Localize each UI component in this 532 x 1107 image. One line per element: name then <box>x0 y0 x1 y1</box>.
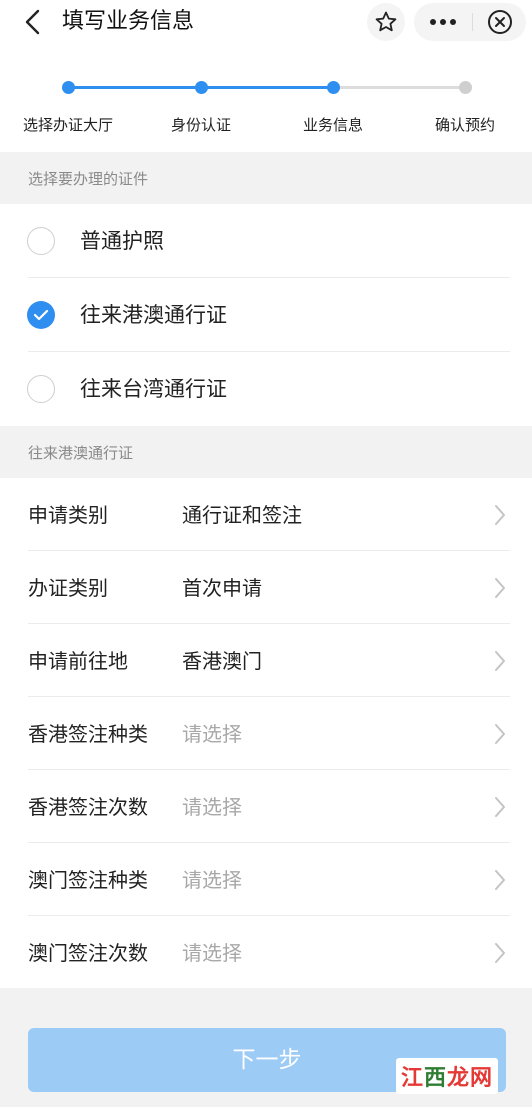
step-connector <box>68 86 201 89</box>
radio-checked-icon <box>27 301 55 329</box>
form-row-application-category[interactable]: 申请类别 通行证和签注 <box>0 478 532 551</box>
page-title: 填写业务信息 <box>62 9 195 34</box>
row-label: 香港签注次数 <box>28 795 148 819</box>
row-value: 请选择 <box>182 795 242 819</box>
step-dot <box>327 81 340 94</box>
chevron-right-icon <box>495 943 505 963</box>
chevron-right-icon <box>495 651 505 671</box>
row-value: 首次申请 <box>182 576 262 600</box>
step-dot <box>195 81 208 94</box>
star-outline-icon <box>375 11 397 32</box>
chevron-right-icon <box>495 870 505 890</box>
form-row-hk-endorsement-type[interactable]: 香港签注种类 请选择 <box>0 697 532 770</box>
details-form: 申请类别 通行证和签注 办证类别 首次申请 申请前往地 香港澳门 香港签注种类 … <box>0 478 532 988</box>
details-section-header: 往来港澳通行证 <box>0 426 532 478</box>
certificate-option-hk-macau[interactable]: 往来港澳通行证 <box>0 278 532 352</box>
site-watermark: 江西龙网 <box>396 1058 498 1094</box>
form-row-macau-endorsement-count[interactable]: 澳门签注次数 请选择 <box>0 916 532 989</box>
section-title: 往来港澳通行证 <box>28 444 134 462</box>
progress-stepper: 选择办证大厅 身份认证 业务信息 确认预约 <box>0 48 532 153</box>
step-connector <box>201 86 333 89</box>
back-button[interactable] <box>18 6 48 38</box>
row-value: 通行证和签注 <box>182 503 302 527</box>
more-dots-icon <box>430 19 456 25</box>
option-label: 往来台湾通行证 <box>80 377 227 401</box>
step-label: 身份认证 <box>170 116 231 134</box>
row-label: 申请前往地 <box>28 649 128 673</box>
close-circle-icon <box>487 10 512 34</box>
chevron-right-icon <box>495 505 505 525</box>
step-label: 业务信息 <box>302 116 363 134</box>
close-button[interactable] <box>473 3 526 41</box>
chevron-right-icon <box>495 578 505 598</box>
watermark-text: 西 <box>423 1066 447 1091</box>
watermark-text: 江 <box>400 1066 424 1091</box>
row-value: 香港澳门 <box>182 649 262 673</box>
row-value: 请选择 <box>182 722 242 746</box>
step-connector <box>333 86 465 89</box>
step-dot <box>459 81 472 94</box>
form-row-hk-endorsement-count[interactable]: 香港签注次数 请选择 <box>0 770 532 843</box>
chevron-right-icon <box>495 797 505 817</box>
row-label: 办证类别 <box>28 576 108 600</box>
radio-unchecked-icon <box>27 227 55 255</box>
section-title: 选择要办理的证件 <box>28 170 149 188</box>
row-label: 澳门签注种类 <box>28 868 148 892</box>
nav-bar: 填写业务信息 <box>0 0 532 48</box>
certificate-options: 普通护照 往来港澳通行证 往来台湾通行证 <box>0 204 532 426</box>
form-row-destination[interactable]: 申请前往地 香港澳门 <box>0 624 532 697</box>
more-button[interactable] <box>414 3 472 41</box>
row-label: 申请类别 <box>28 503 108 527</box>
watermark-text: 龙网 <box>447 1066 494 1091</box>
form-row-macau-endorsement-type[interactable]: 澳门签注种类 请选择 <box>0 843 532 916</box>
form-row-processing-type[interactable]: 办证类别 首次申请 <box>0 551 532 624</box>
certificate-section-header: 选择要办理的证件 <box>0 152 532 204</box>
row-label: 香港签注种类 <box>28 722 148 746</box>
row-value: 请选择 <box>182 941 242 965</box>
radio-unchecked-icon <box>27 375 55 403</box>
favorite-button[interactable] <box>367 3 405 41</box>
chevron-right-icon <box>495 724 505 744</box>
option-label: 普通护照 <box>80 229 164 253</box>
certificate-option-taiwan[interactable]: 往来台湾通行证 <box>0 352 532 426</box>
step-dot <box>62 81 75 94</box>
row-label: 澳门签注次数 <box>28 941 148 965</box>
step-label: 选择办证大厅 <box>22 116 113 134</box>
option-label: 往来港澳通行证 <box>80 303 227 327</box>
certificate-option-passport[interactable]: 普通护照 <box>0 204 532 278</box>
row-value: 请选择 <box>182 868 242 892</box>
step-label: 确认预约 <box>434 116 495 134</box>
mini-program-capsule <box>414 3 526 41</box>
chevron-left-icon <box>25 9 40 35</box>
